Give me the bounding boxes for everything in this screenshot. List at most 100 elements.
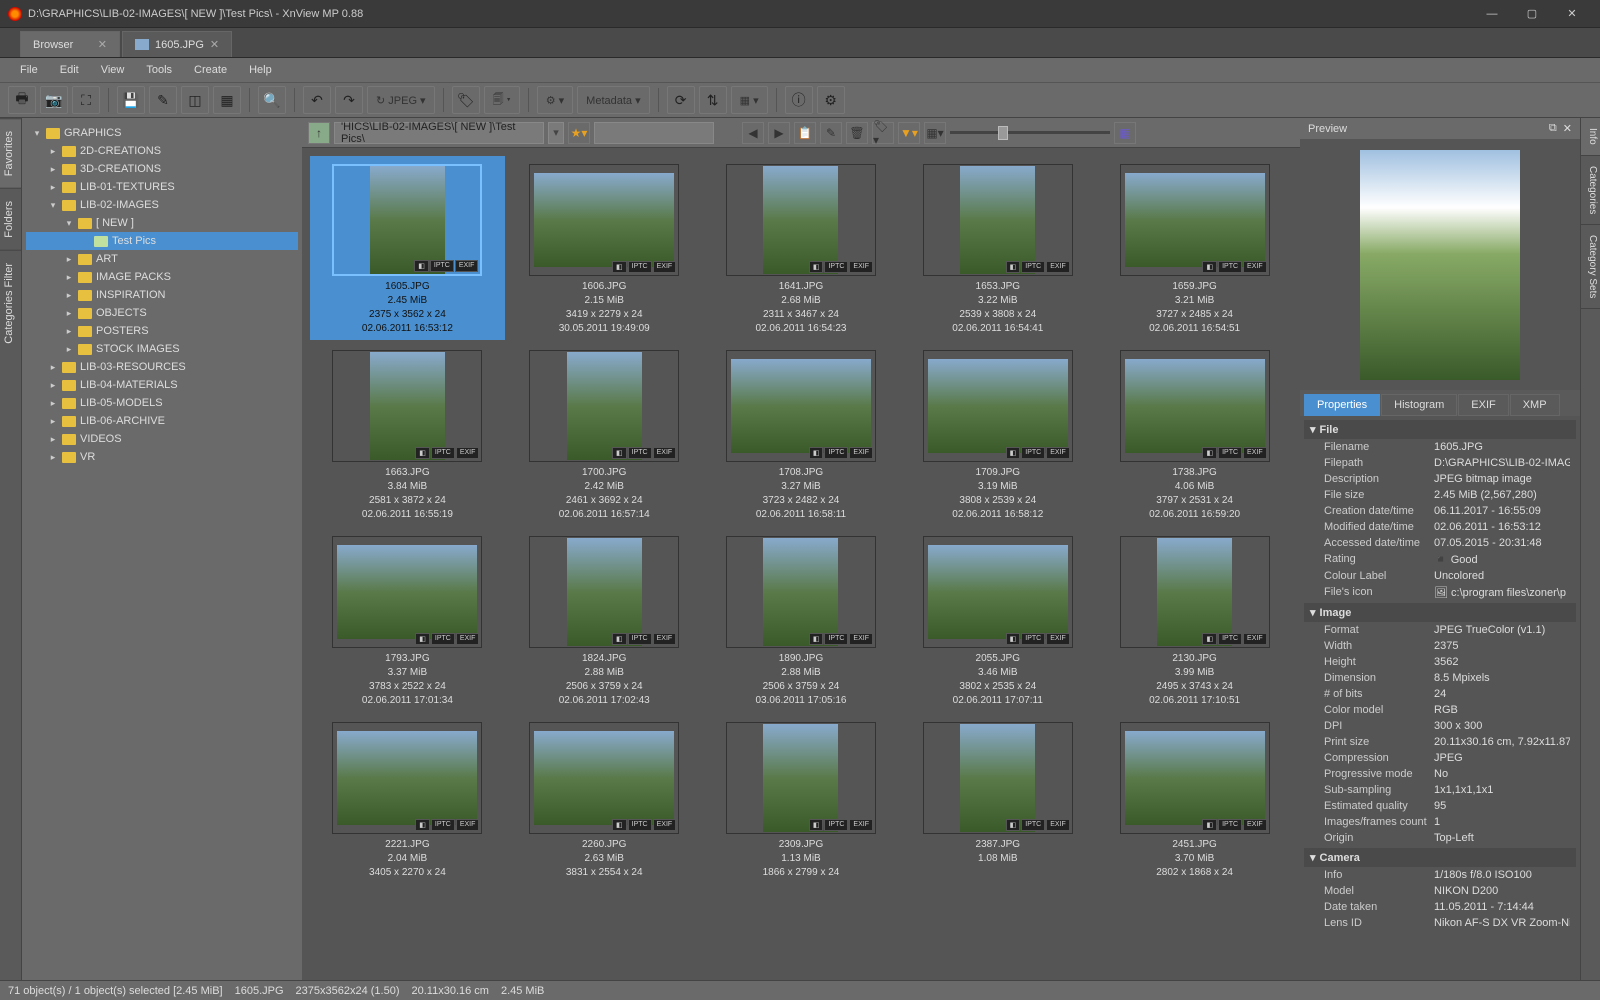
properties-panel[interactable]: ▾ FileFilename1605.JPGFilepathD:\GRAPHIC… <box>1300 416 1580 980</box>
sync-button[interactable]: ⇅ <box>699 86 727 114</box>
back-button[interactable]: ◀ <box>742 122 764 144</box>
menu-edit[interactable]: Edit <box>50 61 89 79</box>
compare-button[interactable]: ◫ <box>181 86 209 114</box>
expand-icon[interactable]: ▾ <box>32 128 42 139</box>
expand-icon[interactable]: ▸ <box>64 254 74 265</box>
redo-button[interactable]: ↷ <box>335 86 363 114</box>
preview-undock-icon[interactable]: ⧉ <box>1549 122 1557 135</box>
tag-small-button[interactable]: 🏷▾ <box>872 122 894 144</box>
expand-icon[interactable]: ▸ <box>48 398 58 409</box>
thumbnail[interactable]: ◧IPTCEXIF2055.JPG3.46 MiB3802 x 2535 x 2… <box>900 528 1095 712</box>
tree-node[interactable]: ▸VR <box>26 448 298 466</box>
thumbnail-grid[interactable]: ◧IPTCEXIF1605.JPG2.45 MiB2375 x 3562 x 2… <box>302 148 1300 980</box>
prop-group-header[interactable]: ▾ Camera <box>1304 848 1576 867</box>
filter-input[interactable] <box>594 122 714 144</box>
menu-file[interactable]: File <box>10 61 48 79</box>
prop-group-header[interactable]: ▾ Image <box>1304 603 1576 622</box>
thumbnail[interactable]: ◧IPTCEXIF1793.JPG3.37 MiB3783 x 2522 x 2… <box>310 528 505 712</box>
path-dropdown[interactable]: ▾ <box>548 122 564 144</box>
thumbnail[interactable]: ◧IPTCEXIF1708.JPG3.27 MiB3723 x 2482 x 2… <box>704 342 899 526</box>
tag-button[interactable]: 🏷 <box>452 86 480 114</box>
expand-icon[interactable]: ▾ <box>48 200 58 211</box>
thumbnail[interactable]: ◧IPTCEXIF1605.JPG2.45 MiB2375 x 3562 x 2… <box>310 156 505 340</box>
tree-node[interactable]: ▸POSTERS <box>26 322 298 340</box>
tab-close-icon[interactable]: ✕ <box>98 38 107 51</box>
tree-node[interactable]: ▾LIB-02-IMAGES <box>26 196 298 214</box>
thumbnail[interactable]: ◧IPTCEXIF1653.JPG3.22 MiB2539 x 3808 x 2… <box>900 156 1095 340</box>
save-button[interactable]: 💾 <box>117 86 145 114</box>
thumbnail[interactable]: ◧IPTCEXIF1738.JPG4.06 MiB3797 x 2531 x 2… <box>1097 342 1292 526</box>
tree-node[interactable]: ▾[ NEW ] <box>26 214 298 232</box>
settings-button[interactable]: ⚙ <box>817 86 845 114</box>
refresh-button[interactable]: ⟳ <box>667 86 695 114</box>
layout-button[interactable]: ▦ ▾ <box>731 86 768 114</box>
info-button[interactable]: ⓘ <box>785 86 813 114</box>
rename-button[interactable]: ✎ <box>820 122 842 144</box>
thumbnail[interactable]: ◧IPTCEXIF2260.JPG2.63 MiB3831 x 2554 x 2… <box>507 714 702 884</box>
prop-group-header[interactable]: ▾ File <box>1304 420 1576 439</box>
tree-node[interactable]: ▸LIB-04-MATERIALS <box>26 376 298 394</box>
sidetab-categories-filter[interactable]: Categories Filter <box>0 250 21 356</box>
expand-icon[interactable]: ▾ <box>64 218 74 229</box>
expand-icon[interactable]: ▸ <box>48 362 58 373</box>
fullscreen-button[interactable]: ⛶ <box>72 86 100 114</box>
proptab-histogram[interactable]: Histogram <box>1381 394 1457 416</box>
proptab-properties[interactable]: Properties <box>1304 394 1380 416</box>
grid-button[interactable]: ▦ <box>213 86 241 114</box>
rsidetab-categories[interactable]: Categories <box>1581 156 1600 225</box>
thumbnail[interactable]: ◧IPTCEXIF1659.JPG3.21 MiB3727 x 2485 x 2… <box>1097 156 1292 340</box>
thumbnail[interactable]: ◧IPTCEXIF1663.JPG3.84 MiB2581 x 3872 x 2… <box>310 342 505 526</box>
document-tab[interactable]: 1605.JPG✕ <box>122 31 232 57</box>
search-button[interactable]: 🔍 <box>258 86 286 114</box>
thumbnail[interactable]: ◧IPTCEXIF1824.JPG2.88 MiB2506 x 3759 x 2… <box>507 528 702 712</box>
expand-icon[interactable]: ▸ <box>48 434 58 445</box>
scan-button[interactable]: 📷 <box>40 86 68 114</box>
preview-close-icon[interactable]: ✕ <box>1563 122 1572 135</box>
thumbnail[interactable]: ◧IPTCEXIF2451.JPG3.70 MiB2802 x 1868 x 2… <box>1097 714 1292 884</box>
maximize-button[interactable]: ▢ <box>1512 0 1552 28</box>
rsidetab-category-sets[interactable]: Category Sets <box>1581 225 1600 309</box>
tree-node[interactable]: ▸LIB-01-TEXTURES <box>26 178 298 196</box>
close-button[interactable]: ✕ <box>1552 0 1592 28</box>
tree-node[interactable]: ▸LIB-05-MODELS <box>26 394 298 412</box>
print-button[interactable]: 🖶 <box>8 86 36 114</box>
tree-node[interactable]: ▸OBJECTS <box>26 304 298 322</box>
view-mode-button[interactable]: ▦ <box>1114 122 1136 144</box>
expand-icon[interactable]: ▸ <box>64 308 74 319</box>
path-field[interactable]: 'HICS\LIB-02-IMAGES\[ NEW ]\Test Pics\ <box>334 122 544 144</box>
undo-button[interactable]: ↶ <box>303 86 331 114</box>
rsidetab-info[interactable]: Info <box>1581 118 1600 156</box>
tree-node[interactable]: ▸2D-CREATIONS <box>26 142 298 160</box>
collapse-icon[interactable]: ▾ <box>1310 423 1316 436</box>
menu-create[interactable]: Create <box>184 61 237 79</box>
expand-icon[interactable]: ▸ <box>48 164 58 175</box>
batch-button[interactable]: ⚙ ▾ <box>537 86 573 114</box>
filter-button[interactable]: ▼▾ <box>898 122 920 144</box>
thumbnail[interactable]: ◧IPTCEXIF2221.JPG2.04 MiB3405 x 2270 x 2… <box>310 714 505 884</box>
thumbnail[interactable]: ◧IPTCEXIF1700.JPG2.42 MiB2461 x 3692 x 2… <box>507 342 702 526</box>
expand-icon[interactable]: ▸ <box>48 182 58 193</box>
thumbnail[interactable]: ◧IPTCEXIF2309.JPG1.13 MiB1866 x 2799 x 2… <box>704 714 899 884</box>
thumbnail[interactable]: ◧IPTCEXIF1606.JPG2.15 MiB3419 x 2279 x 2… <box>507 156 702 340</box>
proptab-exif[interactable]: EXIF <box>1458 394 1508 416</box>
folder-tree[interactable]: ▾GRAPHICS▸2D-CREATIONS▸3D-CREATIONS▸LIB-… <box>22 118 302 980</box>
thumbnail[interactable]: ◧IPTCEXIF1890.JPG2.88 MiB2506 x 3759 x 2… <box>704 528 899 712</box>
tree-node[interactable]: ▸ART <box>26 250 298 268</box>
copy-button[interactable]: 📋 <box>794 122 816 144</box>
up-button[interactable]: ↑ <box>308 122 330 144</box>
tree-node[interactable]: Test Pics <box>26 232 298 250</box>
thumbnail[interactable]: ◧IPTCEXIF2387.JPG1.08 MiB <box>900 714 1095 884</box>
tree-node[interactable]: ▸STOCK IMAGES <box>26 340 298 358</box>
thumbnail[interactable]: ◧IPTCEXIF1709.JPG3.19 MiB3808 x 2539 x 2… <box>900 342 1095 526</box>
expand-icon[interactable]: ▸ <box>48 380 58 391</box>
collapse-icon[interactable]: ▾ <box>1310 606 1316 619</box>
expand-icon[interactable]: ▸ <box>64 272 74 283</box>
tab-close-icon[interactable]: ✕ <box>210 38 219 51</box>
tree-node[interactable]: ▸LIB-03-RESOURCES <box>26 358 298 376</box>
menu-view[interactable]: View <box>91 61 135 79</box>
sidetab-folders[interactable]: Folders <box>0 188 21 250</box>
expand-icon[interactable]: ▸ <box>48 416 58 427</box>
favorite-button[interactable]: ★▾ <box>568 122 590 144</box>
jpeg-rotate-button[interactable]: ↻ JPEG ▾ <box>367 86 435 114</box>
expand-icon[interactable]: ▸ <box>48 146 58 157</box>
